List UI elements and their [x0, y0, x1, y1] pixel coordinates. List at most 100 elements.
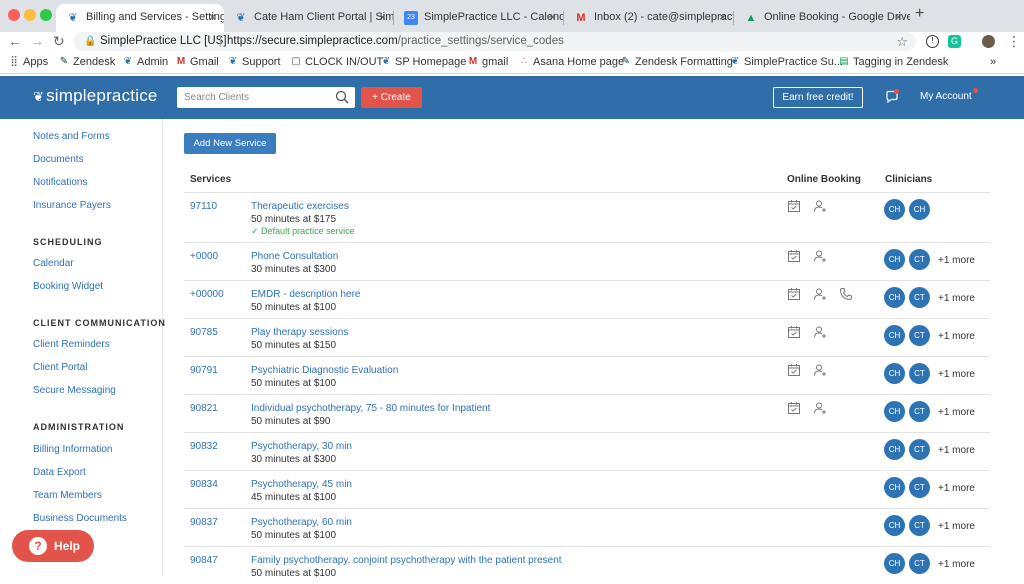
- clinician-avatar[interactable]: CH: [884, 553, 905, 574]
- service-row[interactable]: 90791 Psychiatric Diagnostic Evaluation 50…: [184, 356, 990, 394]
- service-name-link[interactable]: Psychotherapy, 45 min: [251, 479, 352, 490]
- back-arrow-icon[interactable]: ←: [8, 33, 22, 49]
- sidebar-item-booking-widget[interactable]: Booking Widget: [33, 281, 103, 292]
- close-tab-icon[interactable]: ×: [719, 4, 726, 30]
- search-icon[interactable]: [335, 90, 349, 104]
- info-extension-icon[interactable]: !: [926, 35, 939, 48]
- sidebar-item-documents[interactable]: Documents: [33, 154, 84, 165]
- bookmark-apps[interactable]: ⣿ Apps: [8, 56, 48, 68]
- more-clinicians-label[interactable]: +1 more: [938, 255, 975, 266]
- bookmark-zendesk-formatting[interactable]: ✎ Zendesk Formatting: [620, 56, 733, 68]
- bookmark-support[interactable]: ❦ Support: [227, 56, 281, 68]
- service-row[interactable]: 90785 Play therapy sessions 50 minutes at …: [184, 318, 990, 356]
- service-code-link[interactable]: 97110: [190, 201, 217, 212]
- service-row[interactable]: 97110 Therapeutic exercises 50 minutes at …: [184, 192, 990, 242]
- chat-bubble-icon[interactable]: [885, 89, 899, 104]
- create-button[interactable]: + Create: [361, 87, 422, 108]
- more-clinicians-label[interactable]: +1 more: [938, 559, 975, 570]
- add-new-service-button[interactable]: Add New Service: [184, 133, 276, 154]
- close-window-button[interactable]: [8, 9, 20, 21]
- service-name-link[interactable]: Psychotherapy, 30 min: [251, 441, 352, 452]
- service-code-link[interactable]: 90834: [190, 479, 218, 490]
- sidebar-item-insurance-payers[interactable]: Insurance Payers: [33, 200, 111, 211]
- new-tab-button[interactable]: +: [915, 5, 924, 23]
- sidebar-item-calendar[interactable]: Calendar: [33, 258, 74, 269]
- service-code-link[interactable]: 90785: [190, 327, 218, 338]
- sidebar-item-client-portal[interactable]: Client Portal: [33, 362, 87, 373]
- close-tab-icon[interactable]: ×: [209, 4, 216, 30]
- clinician-avatar[interactable]: CT: [909, 401, 930, 422]
- clinician-avatar[interactable]: CH: [884, 515, 905, 536]
- more-clinicians-label[interactable]: +1 more: [938, 521, 975, 532]
- sidebar-item-billing-information[interactable]: Billing Information: [33, 444, 112, 455]
- reload-icon[interactable]: ↻: [53, 33, 65, 50]
- service-code-link[interactable]: 90821: [190, 403, 218, 414]
- service-code-link[interactable]: +0000: [190, 251, 218, 262]
- clinician-avatar[interactable]: CT: [909, 249, 930, 270]
- sidebar-item-notes-and-forms[interactable]: Notes and Forms: [33, 131, 110, 142]
- more-clinicians-label[interactable]: +1 more: [938, 407, 975, 418]
- search-input[interactable]: [177, 87, 327, 108]
- close-tab-icon[interactable]: ×: [895, 4, 902, 30]
- service-row[interactable]: 90837 Psychotherapy, 60 min 50 minutes at …: [184, 508, 990, 546]
- clinician-avatar[interactable]: CH: [884, 287, 905, 308]
- browser-tab[interactable]: ❦ Billing and Services - Settings ×: [56, 4, 224, 32]
- service-row[interactable]: 90847 Family psychotherapy, conjoint psyc…: [184, 546, 990, 584]
- service-name-link[interactable]: Psychotherapy, 60 min: [251, 517, 352, 528]
- clinician-avatar[interactable]: CH: [884, 325, 905, 346]
- clinician-avatar[interactable]: CH: [884, 439, 905, 460]
- help-button[interactable]: ? Help: [12, 530, 94, 562]
- clinician-avatar[interactable]: CT: [909, 553, 930, 574]
- close-tab-icon[interactable]: ×: [549, 4, 556, 30]
- more-clinicians-label[interactable]: +1 more: [938, 369, 975, 380]
- address-bar[interactable]: 🔒 SimplePractice LLC [US] https://secure…: [74, 32, 916, 51]
- sidebar-item-team-members[interactable]: Team Members: [33, 490, 102, 501]
- more-clinicians-label[interactable]: +1 more: [938, 445, 975, 456]
- grammarly-extension-icon[interactable]: G: [948, 35, 961, 48]
- clinician-avatar[interactable]: CT: [909, 515, 930, 536]
- browser-tab[interactable]: 23 SimplePractice LLC - Calenda ×: [394, 4, 564, 32]
- bookmark-admin[interactable]: ❦ Admin: [122, 56, 168, 68]
- clinician-avatar[interactable]: CH: [884, 199, 905, 220]
- bookmark-gmail[interactable]: M Gmail: [175, 56, 219, 68]
- bookmark-zendesk[interactable]: ✎ Zendesk: [58, 56, 115, 68]
- more-clinicians-label[interactable]: +1 more: [938, 483, 975, 494]
- bookmark-sp-homepage[interactable]: ❦ SP Homepage: [380, 56, 467, 68]
- clinician-avatar[interactable]: CT: [909, 477, 930, 498]
- bookmark-asana[interactable]: ∴ Asana Home page: [518, 56, 624, 68]
- service-name-link[interactable]: EMDR - description here: [251, 289, 360, 300]
- bookmark-simplepractice-support[interactable]: ❦ SimplePractice Su...: [729, 56, 843, 68]
- browser-tab[interactable]: ❦ Cate Ham Client Portal | Simp ×: [224, 4, 394, 32]
- browser-menu-icon[interactable]: ⋮: [1007, 33, 1021, 50]
- bookmark-star-icon[interactable]: ☆: [896, 32, 908, 51]
- service-code-link[interactable]: 90832: [190, 441, 218, 452]
- service-row[interactable]: 90821 Individual psychotherapy, 75 - 80 m…: [184, 394, 990, 432]
- clinician-avatar[interactable]: CH: [884, 249, 905, 270]
- clinician-avatar[interactable]: CT: [909, 439, 930, 460]
- clinician-avatar[interactable]: CT: [909, 287, 930, 308]
- bookmark-tagging-zendesk[interactable]: ▤ Tagging in Zendesk: [838, 56, 948, 68]
- sidebar-item-client-reminders[interactable]: Client Reminders: [33, 339, 110, 350]
- service-name-link[interactable]: Phone Consultation: [251, 251, 338, 262]
- sidebar-item-notifications[interactable]: Notifications: [33, 177, 87, 188]
- bookmarks-overflow[interactable]: »: [990, 56, 996, 68]
- service-code-link[interactable]: 90837: [190, 517, 218, 528]
- minimize-window-button[interactable]: [24, 9, 36, 21]
- sidebar-item-secure-messaging[interactable]: Secure Messaging: [33, 385, 116, 396]
- forward-arrow-icon[interactable]: →: [30, 33, 44, 49]
- service-code-link[interactable]: 90791: [190, 365, 218, 376]
- maximize-window-button[interactable]: [40, 9, 52, 21]
- service-name-link[interactable]: Therapeutic exercises: [251, 201, 349, 212]
- service-row[interactable]: 90832 Psychotherapy, 30 min 30 minutes at …: [184, 432, 990, 470]
- clinician-avatar[interactable]: CT: [909, 363, 930, 384]
- service-name-link[interactable]: Individual psychotherapy, 75 - 80 minute…: [251, 403, 490, 414]
- clinician-avatar[interactable]: CH: [884, 363, 905, 384]
- service-row[interactable]: +00000 EMDR - description here 50 minutes …: [184, 280, 990, 318]
- clinician-avatar[interactable]: CH: [884, 477, 905, 498]
- clinician-avatar[interactable]: CH: [909, 199, 930, 220]
- browser-tab[interactable]: ▲ Online Booking - Google Drive ×: [734, 4, 910, 32]
- service-row[interactable]: 90834 Psychotherapy, 45 min 45 minutes at …: [184, 470, 990, 508]
- simplepractice-logo[interactable]: ❦ simplepractice: [33, 86, 158, 106]
- clinician-avatar[interactable]: CH: [884, 401, 905, 422]
- service-row[interactable]: +0000 Phone Consultation 30 minutes at $30…: [184, 242, 990, 280]
